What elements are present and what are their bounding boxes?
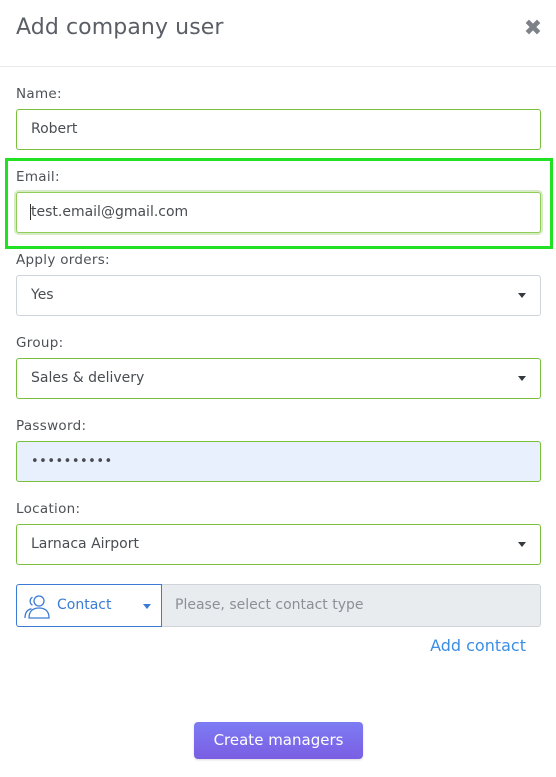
password-value: •••••••••• bbox=[31, 454, 113, 469]
chevron-down-icon bbox=[518, 376, 526, 381]
add-company-user-modal: Add company user ✖ Name: Robert Email: t… bbox=[0, 0, 556, 777]
close-icon: ✖ bbox=[523, 16, 543, 41]
modal-header: Add company user ✖ bbox=[0, 0, 556, 67]
contact-input-group: Contact Please, select contact type bbox=[16, 584, 541, 627]
name-label: Name: bbox=[16, 86, 62, 102]
password-label: Password: bbox=[16, 418, 87, 434]
group-value: Sales & delivery bbox=[31, 370, 145, 386]
apply-orders-select[interactable]: Yes bbox=[16, 275, 541, 316]
name-input[interactable]: Robert bbox=[16, 109, 541, 150]
email-label: Email: bbox=[16, 169, 60, 185]
email-input[interactable]: test.email@gmail.com bbox=[16, 192, 541, 233]
add-contact-link[interactable]: Add contact bbox=[430, 636, 526, 655]
chevron-down-icon bbox=[143, 604, 151, 609]
group-select[interactable]: Sales & delivery bbox=[16, 358, 541, 399]
name-value: Robert bbox=[31, 121, 78, 137]
password-input[interactable]: •••••••••• bbox=[16, 441, 541, 482]
contact-value-input[interactable]: Please, select contact type bbox=[162, 584, 541, 627]
location-label: Location: bbox=[16, 501, 81, 517]
contact-placeholder: Please, select contact type bbox=[175, 597, 364, 613]
create-managers-button[interactable]: Create managers bbox=[194, 722, 363, 759]
contact-type-dropdown[interactable]: Contact bbox=[16, 584, 162, 627]
group-label: Group: bbox=[16, 335, 64, 351]
text-cursor bbox=[30, 204, 31, 220]
close-button[interactable]: ✖ bbox=[522, 16, 544, 42]
location-value: Larnaca Airport bbox=[31, 536, 139, 552]
modal-title: Add company user bbox=[16, 15, 224, 40]
apply-orders-value: Yes bbox=[31, 287, 54, 303]
email-value: test.email@gmail.com bbox=[31, 204, 189, 220]
chevron-down-icon bbox=[518, 293, 526, 298]
users-icon bbox=[24, 595, 50, 619]
contact-type-label: Contact bbox=[57, 597, 112, 613]
apply-orders-label: Apply orders: bbox=[16, 252, 110, 268]
chevron-down-icon bbox=[518, 542, 526, 547]
location-select[interactable]: Larnaca Airport bbox=[16, 524, 541, 565]
